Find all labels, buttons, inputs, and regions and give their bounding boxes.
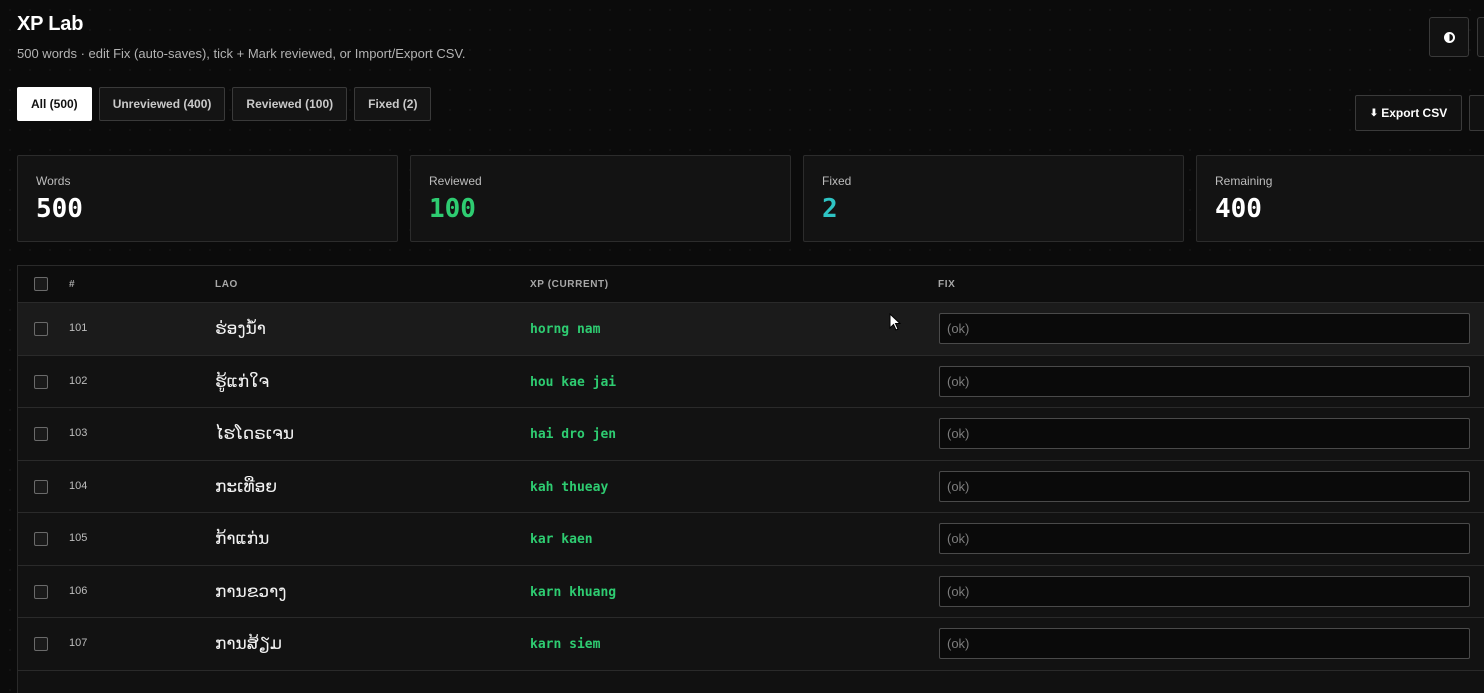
export-csv-button[interactable]: ⬇ Export CSV — [1355, 95, 1462, 131]
theme-toggle-button[interactable] — [1429, 17, 1469, 57]
words-table: # LAO XP (CURRENT) FIX 101 ຮ່ອງນ້ຳ horng n… — [17, 265, 1484, 693]
xp-current: karn khuang — [530, 584, 617, 600]
lao-word: ຮ່ອງນ້ຳ — [215, 319, 266, 339]
header-lao: LAO — [215, 279, 238, 290]
stat-value-fixed: 2 — [822, 194, 838, 224]
fix-input[interactable] — [939, 575, 1470, 607]
fix-input[interactable] — [939, 628, 1470, 659]
row-checkbox[interactable] — [34, 374, 48, 389]
row-number: 101 — [69, 322, 88, 334]
tab-all[interactable]: All (500) — [17, 87, 92, 121]
table-row[interactable]: 101 ຮ່ອງນ້ຳ horng nam — [18, 303, 1484, 356]
fix-input[interactable] — [939, 365, 1470, 397]
table-row[interactable]: 104 ກະເທືອຍ kah thueay — [18, 460, 1484, 513]
row-number: 104 — [69, 479, 88, 492]
table-row[interactable]: 106 ການຂວາງ karn khuang — [18, 565, 1484, 618]
download-arrow-icon: ⬇ — [1369, 107, 1379, 119]
row-number: 103 — [69, 427, 88, 439]
stat-label: Reviewed — [429, 174, 482, 188]
table-row[interactable]: 102 ຮູ້ແກ່ໃຈ hou kae jai — [18, 355, 1484, 408]
stat-value-words: 500 — [36, 194, 83, 224]
fix-input[interactable] — [939, 418, 1470, 449]
fix-input[interactable] — [939, 313, 1470, 344]
mouse-cursor-icon — [889, 313, 901, 331]
contrast-icon — [1443, 31, 1455, 43]
fix-input[interactable] — [939, 470, 1470, 502]
table-row[interactable]: 103 ໄຮໂດຣເຈນ hai dro jen — [18, 408, 1484, 461]
row-number: 102 — [69, 374, 88, 387]
xp-current: kah thueay — [530, 479, 609, 495]
lao-word: ການສ້ຽມ — [215, 634, 282, 654]
xp-current: horng nam — [530, 322, 601, 337]
stat-value-remaining: 400 — [1215, 194, 1262, 224]
stat-label: Remaining — [1215, 174, 1273, 188]
row-number: 105 — [69, 532, 88, 544]
tab-reviewed[interactable]: Reviewed (100) — [232, 87, 348, 121]
table-row[interactable]: 107 ການສ້ຽມ karn siem — [18, 618, 1484, 671]
stat-value-reviewed: 100 — [429, 194, 476, 224]
app-title: XP Lab — [17, 13, 84, 35]
export-csv-label: Export CSV — [1381, 106, 1448, 120]
header-xp: XP (CURRENT) — [530, 279, 609, 290]
stat-label: Words — [36, 174, 71, 188]
row-checkbox[interactable] — [34, 427, 48, 441]
xp-current: kar kaen — [530, 532, 593, 547]
xp-current: hou kae jai — [530, 374, 617, 390]
stat-card-remaining: Remaining 400 — [1196, 155, 1484, 242]
stat-card-reviewed: Reviewed 100 — [410, 155, 791, 242]
stat-card-fixed: Fixed 2 — [803, 155, 1184, 242]
xp-current: hai dro jen — [530, 427, 617, 442]
header-fix: FIX — [938, 279, 956, 290]
lao-word: ການຂວາງ — [215, 581, 287, 602]
table-row[interactable]: 105 ກ້າແກ່ນ kar kaen — [18, 513, 1484, 566]
tab-fixed[interactable]: Fixed (2) — [354, 87, 432, 121]
filter-tabs: All (500) Unreviewed (400) Reviewed (100… — [17, 87, 432, 121]
fix-input[interactable] — [939, 523, 1470, 554]
table-body: 101 ຮ່ອງນ້ຳ horng nam 102 ຮູ້ແກ່ໃຈ hou kae ja… — [18, 303, 1484, 671]
row-checkbox[interactable] — [34, 584, 48, 599]
row-number: 106 — [69, 584, 88, 597]
table-header: # LAO XP (CURRENT) FIX — [18, 266, 1484, 303]
row-number: 107 — [69, 637, 88, 649]
stat-label: Fixed — [822, 174, 852, 188]
tab-unreviewed[interactable]: Unreviewed (400) — [98, 87, 226, 121]
lao-word: ໄຮໂດຣເຈນ — [215, 424, 295, 444]
stat-card-words: Words 500 — [17, 155, 398, 242]
lao-word: ກ້າແກ່ນ — [215, 529, 270, 549]
select-all-checkbox[interactable] — [34, 277, 48, 291]
row-checkbox[interactable] — [34, 637, 48, 651]
clipped-header-button[interactable] — [1477, 17, 1484, 57]
lao-word: ຮູ້ແກ່ໃຈ — [215, 371, 270, 392]
row-checkbox[interactable] — [34, 532, 48, 546]
lao-word: ກະເທືອຍ — [215, 476, 278, 497]
app-subtitle: 500 words · edit Fix (auto-saves), tick … — [17, 46, 466, 61]
header-num: # — [69, 279, 76, 290]
row-checkbox[interactable] — [34, 322, 48, 336]
row-checkbox[interactable] — [34, 479, 48, 494]
clipped-toolbar-button[interactable] — [1469, 95, 1484, 131]
xp-current: karn siem — [530, 637, 601, 652]
